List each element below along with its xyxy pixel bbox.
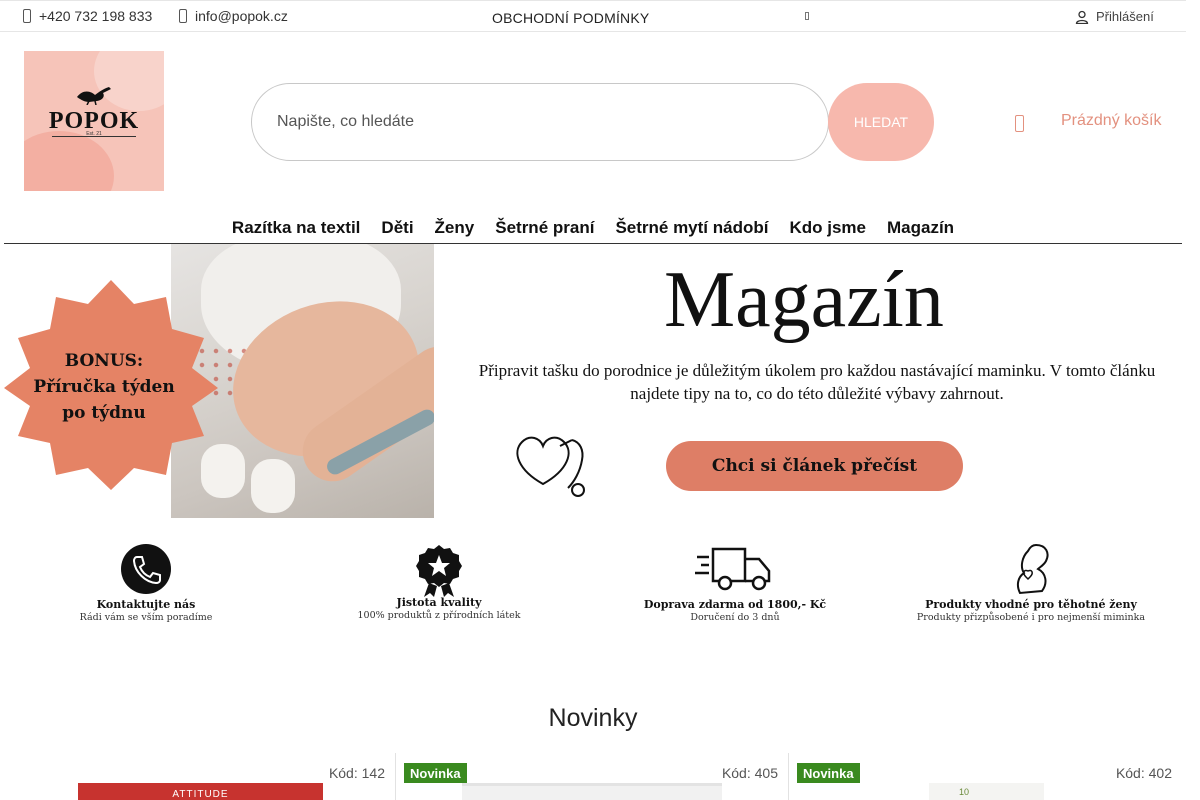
feature-quality[interactable]: Jistota kvality 100% produktů z přírodní… bbox=[309, 543, 569, 621]
section-title-novinky: Novinky bbox=[548, 704, 638, 732]
nav-item-razitka[interactable]: Razítka na textil bbox=[221, 214, 371, 243]
product-code: Kód: 402 bbox=[1115, 765, 1172, 781]
search-input[interactable] bbox=[251, 83, 829, 161]
nav-item-magazin[interactable]: Magazín bbox=[877, 214, 965, 243]
product-image[interactable] bbox=[462, 783, 722, 800]
delivery-truck-icon bbox=[695, 547, 771, 591]
product-card[interactable]: Novinka Kód: 402 10 bbox=[789, 753, 1182, 800]
feature-quality-subtitle: 100% produktů z přírodních látek bbox=[357, 610, 521, 621]
quality-badge-icon bbox=[416, 545, 462, 597]
feature-contact-subtitle: Rádi vám se vším poradíme bbox=[79, 612, 213, 623]
phone-contact[interactable]: +420 732 198 833 bbox=[23, 8, 152, 24]
feature-pregnant-title: Produkty vhodné pro těhotné ženy bbox=[925, 598, 1137, 611]
feature-quality-title: Jistota kvality bbox=[396, 596, 482, 609]
phone-number[interactable]: +420 732 198 833 bbox=[39, 8, 152, 24]
nav-item-setrne-myti[interactable]: Šetrné mytí nádobí bbox=[605, 214, 779, 243]
product-card[interactable]: Novinka Kód: 405 bbox=[396, 753, 788, 800]
magazine-banner[interactable]: BONUS: Příručka týden po týdnu Magazín P… bbox=[0, 244, 1186, 518]
heart-stethoscope-icon bbox=[516, 436, 585, 497]
email-contact[interactable]: info@popok.cz bbox=[179, 8, 288, 24]
feature-delivery-title: Doprava zdarma od 1800,- Kč bbox=[643, 598, 827, 611]
nav-item-setrne-prani[interactable]: Šetrné praní bbox=[485, 214, 605, 243]
dropdown-icon[interactable] bbox=[805, 12, 809, 20]
nav-item-zeny[interactable]: Ženy bbox=[424, 214, 485, 243]
pregnant-woman-icon bbox=[1016, 543, 1049, 595]
feature-contact-title: Kontaktujte nás bbox=[96, 598, 196, 611]
product-image[interactable]: ATTITUDE bbox=[78, 783, 323, 800]
cart-link[interactable]: Prázdný košík bbox=[1061, 112, 1161, 130]
product-card[interactable]: Kód: 142 ATTITUDE bbox=[0, 753, 395, 800]
login-label[interactable]: Přihlášení bbox=[1096, 9, 1154, 24]
product-image[interactable]: 10 bbox=[929, 783, 1044, 800]
user-icon bbox=[1075, 10, 1089, 24]
terms-link[interactable]: OBCHODNÍ PODMÍNKY bbox=[492, 10, 649, 26]
bonus-badge-text: BONUS: Příručka týden po týdnu bbox=[33, 351, 175, 423]
phone-icon bbox=[121, 544, 171, 594]
product-code: Kód: 142 bbox=[328, 765, 385, 781]
nav-item-deti[interactable]: Děti bbox=[371, 214, 424, 243]
product-code: Kód: 405 bbox=[721, 765, 778, 781]
banner-title: Magazín bbox=[664, 256, 944, 344]
email-address[interactable]: info@popok.cz bbox=[195, 8, 288, 24]
top-bar: +420 732 198 833 info@popok.cz OBCHODNÍ … bbox=[0, 0, 1186, 32]
feature-pregnant-subtitle: Produkty přizpůsobené i pro nejmenší mim… bbox=[916, 612, 1146, 623]
cart-icon[interactable] bbox=[1015, 115, 1024, 132]
read-article-button[interactable]: Chci si článek přečíst bbox=[666, 441, 963, 491]
feature-contact[interactable]: Kontaktujte nás Rádi vám se vším poradím… bbox=[16, 543, 276, 623]
banner-text: Připravit tašku do porodnice je důležitý… bbox=[478, 361, 1156, 403]
new-badge: Novinka bbox=[404, 763, 467, 783]
logo-est: Est. 21 bbox=[86, 131, 102, 137]
email-icon bbox=[179, 9, 187, 23]
search-button[interactable]: HLEDAT bbox=[828, 83, 934, 161]
site-logo[interactable]: POPOK Est. 21 bbox=[24, 51, 164, 191]
login-link[interactable]: Přihlášení bbox=[1075, 9, 1154, 24]
feature-delivery-subtitle: Doručení do 3 dnů bbox=[690, 612, 780, 623]
feature-delivery[interactable]: Doprava zdarma od 1800,- Kč Doručení do … bbox=[605, 543, 865, 623]
phone-icon bbox=[23, 9, 31, 23]
nav-item-kdo-jsme[interactable]: Kdo jsme bbox=[779, 214, 877, 243]
new-badge: Novinka bbox=[797, 763, 860, 783]
main-nav: Razítka na textil Děti Ženy Šetrné praní… bbox=[4, 214, 1182, 244]
stork-icon bbox=[77, 87, 111, 105]
feature-pregnant[interactable]: Produkty vhodné pro těhotné ženy Produkt… bbox=[901, 543, 1161, 623]
